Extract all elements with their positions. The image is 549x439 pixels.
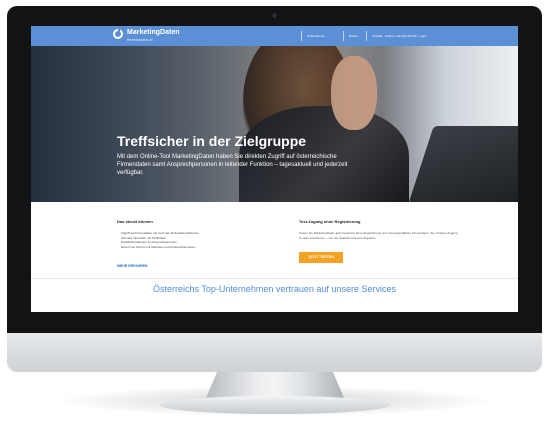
camera-icon (272, 13, 277, 18)
header-bar: MarketingDaten firmendaten.at Unternehme… (31, 26, 518, 46)
hero-text: Mit dem Online-Tool MarketingDaten haben… (117, 154, 348, 176)
nav-divider (301, 31, 302, 41)
features-title: Das steckt drinnen (117, 219, 153, 224)
features-list: Zugriff auf Firmendaten mit mehr als 40 … (121, 231, 199, 249)
brand-name[interactable]: MarketingDaten (127, 29, 180, 37)
learn-more-link[interactable]: MEHR ERFAHREN (117, 264, 148, 268)
monitor-stand (206, 372, 344, 398)
monitor-stand-base (160, 396, 390, 414)
nav-item-kontakt-login[interactable]: Kontakt · Telefon +43 (0)1 000 00 · Logi… (372, 34, 427, 38)
nav-divider (343, 31, 344, 41)
hero-title: Treffsicher in der Zielgruppe (117, 133, 307, 149)
nav-item-unternehmen[interactable]: Unternehmen (307, 34, 325, 38)
trial-title: Test-Zugang ohne Registrierung (299, 219, 361, 224)
logo-icon[interactable] (113, 29, 123, 39)
nav-divider (366, 31, 367, 41)
list-item: Export von Firmen mit Adressen und Anspr… (121, 244, 196, 249)
section-divider (31, 278, 518, 279)
trial-text: Testen Sie MarketingDaten jetzt kostenlo… (299, 231, 458, 240)
try-now-button[interactable]: JETZT TESTEN (299, 252, 343, 263)
hero-banner (31, 46, 518, 202)
trust-heading: Österreichs Top-Unternehmen vertrauen au… (153, 284, 396, 294)
monitor-chin (7, 333, 542, 372)
list-item: Zugriff auf Firmendaten mit mehr als 40 … (121, 231, 199, 235)
brand-tagline: firmendaten.at (127, 37, 153, 42)
website-screen: MarketingDaten firmendaten.at Unternehme… (31, 26, 518, 312)
hero-overlay (31, 46, 518, 202)
nav-item-preise[interactable]: Preise (349, 34, 358, 38)
